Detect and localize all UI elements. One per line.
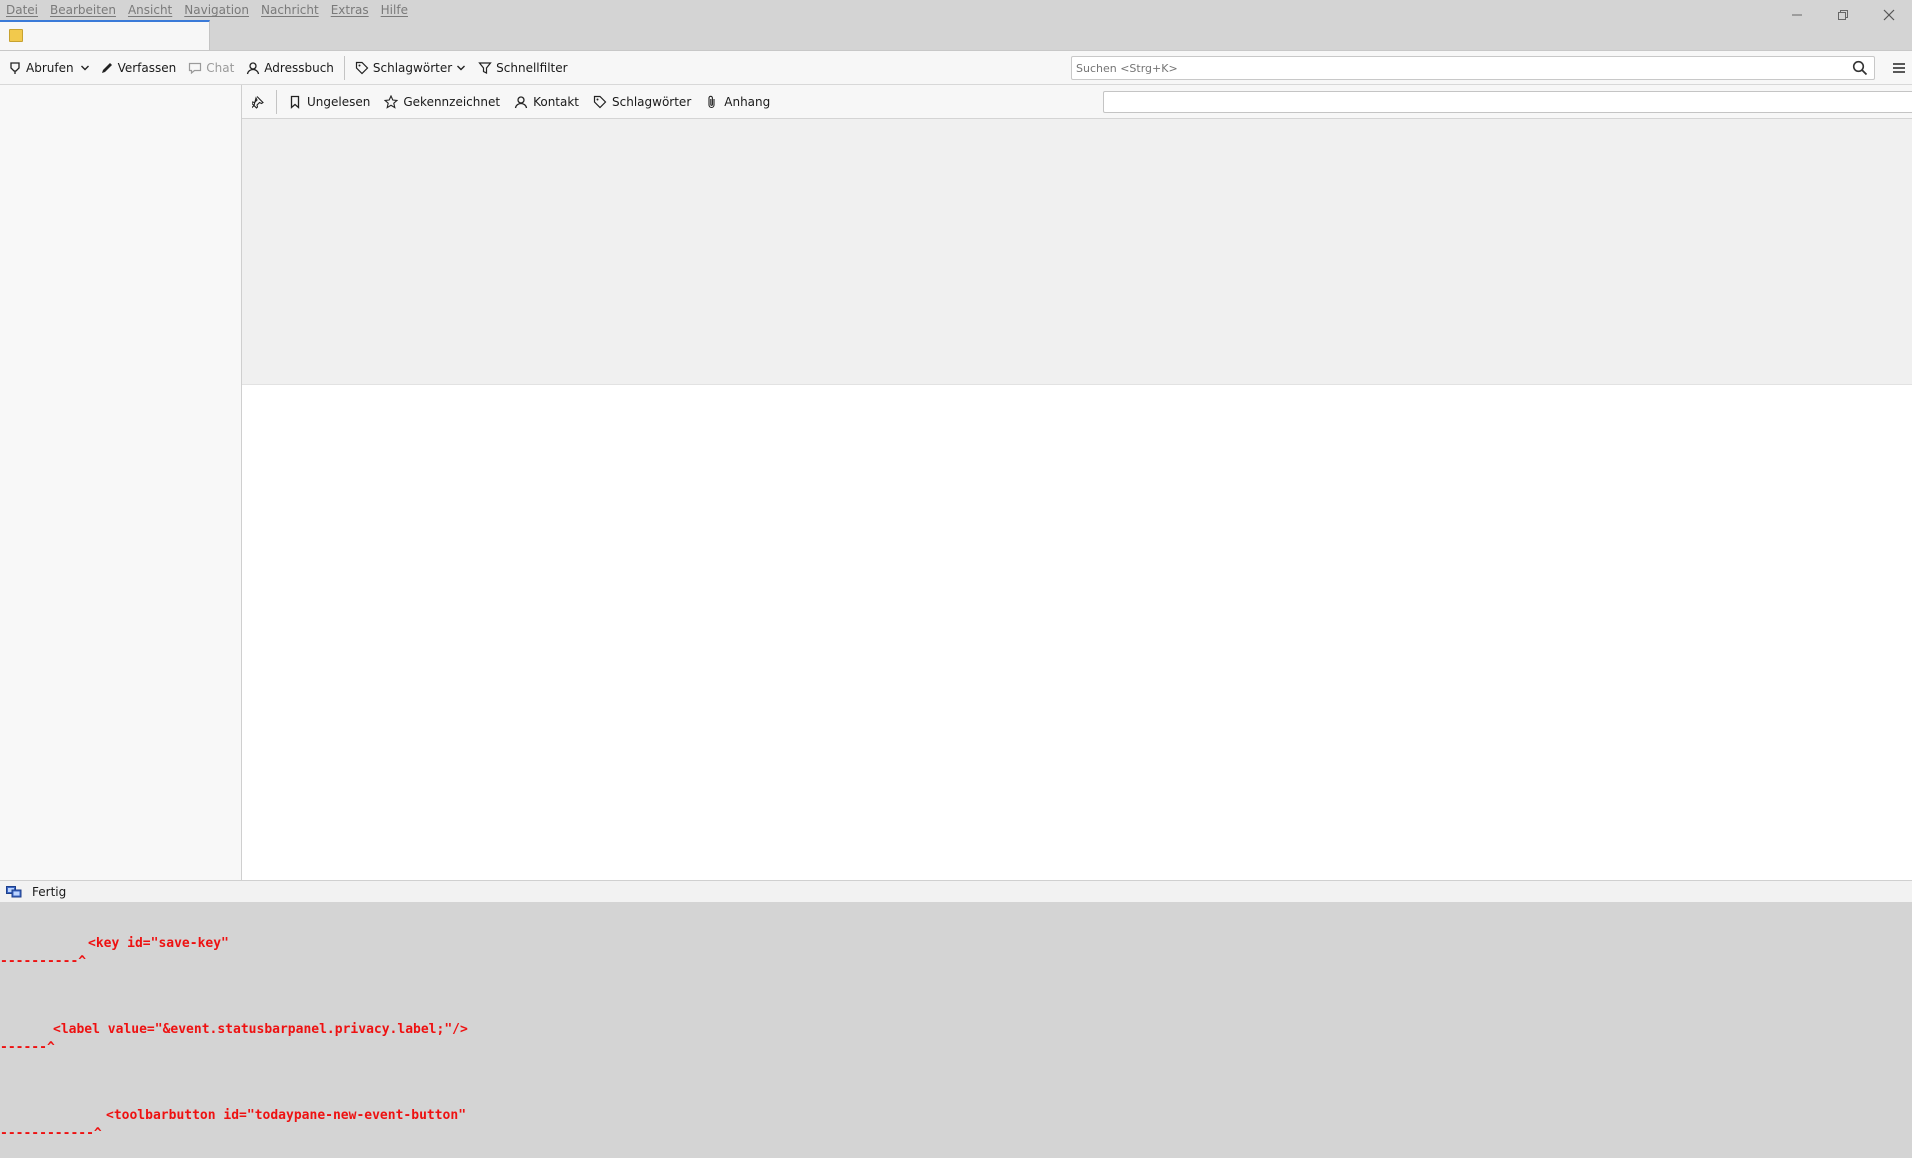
- contact-icon: [246, 61, 260, 75]
- error-line: <toolbarbutton id="todaypane-new-event-b…: [106, 1108, 467, 1123]
- get-messages-label: Abrufen: [26, 60, 74, 75]
- main-toolbar: Abrufen Verfassen Chat Adressbuch Schlag…: [0, 50, 1912, 85]
- chat-button[interactable]: Chat: [182, 55, 240, 81]
- download-icon: [8, 61, 22, 75]
- menu-navigation[interactable]: Navigation: [178, 0, 255, 20]
- folder-icon: [9, 29, 23, 42]
- search-input[interactable]: [1076, 61, 1846, 75]
- menu-extras[interactable]: Extras: [325, 0, 375, 20]
- minimize-icon: [1792, 14, 1802, 16]
- restore-button[interactable]: [1820, 0, 1866, 30]
- filter-unread-button[interactable]: Ungelesen: [281, 90, 377, 114]
- folder-pane[interactable]: [0, 85, 242, 880]
- contact-icon: [514, 95, 528, 109]
- chevron-down-icon: [80, 63, 90, 73]
- filter-attachment-label: Anhang: [724, 94, 771, 109]
- toolbar-separator: [343, 55, 345, 80]
- pin-icon: [252, 95, 266, 109]
- tag-icon: [355, 61, 369, 75]
- status-bar: Fertig: [0, 880, 1912, 902]
- tag-icon: [593, 95, 607, 109]
- filter-tags-label: Schlagwörter: [612, 94, 692, 109]
- quick-filter-text-input[interactable]: [1103, 91, 1912, 113]
- message-pane[interactable]: [242, 385, 1912, 880]
- compose-button[interactable]: Verfassen: [94, 55, 183, 81]
- tags-button[interactable]: Schlagwörter: [349, 55, 472, 81]
- error-line: <key id="save-key": [88, 936, 229, 951]
- filter-attachment-button[interactable]: Anhang: [698, 90, 777, 114]
- xml-error-area: <key id="save-key" ----------^ <label va…: [0, 902, 1912, 1158]
- quick-filter-button[interactable]: Schnellfilter: [472, 55, 573, 81]
- title-bar: Datei Bearbeiten Ansicht Navigation Nach…: [0, 0, 1912, 50]
- quick-filter-bar: Ungelesen Gekennzeichnet Kontakt Schlagw…: [242, 85, 1912, 119]
- paperclip-icon: [705, 95, 719, 109]
- menu-datei[interactable]: Datei: [0, 0, 44, 20]
- filter-tags-button[interactable]: Schlagwörter: [586, 90, 698, 114]
- window-controls: [1774, 0, 1912, 30]
- menu-nachricht[interactable]: Nachricht: [255, 0, 325, 20]
- compose-label: Verfassen: [117, 60, 177, 75]
- menu-hilfe[interactable]: Hilfe: [375, 0, 414, 20]
- pencil-icon: [100, 61, 114, 75]
- error-caret: ----------^: [0, 954, 87, 969]
- tags-label: Schlagwörter: [372, 60, 453, 75]
- address-book-label: Adressbuch: [264, 60, 334, 75]
- online-status-icon[interactable]: [6, 885, 22, 898]
- thread-list-pane[interactable]: [242, 119, 1912, 385]
- filter-contact-button[interactable]: Kontakt: [507, 90, 586, 114]
- get-messages-dropdown[interactable]: [76, 55, 94, 81]
- close-icon: [1883, 9, 1895, 21]
- error-caret: ------------^: [0, 1126, 102, 1141]
- menu-bearbeiten[interactable]: Bearbeiten: [44, 0, 122, 20]
- search-icon[interactable]: [1846, 57, 1874, 79]
- menu-ansicht[interactable]: Ansicht: [122, 0, 178, 20]
- filter-starred-button[interactable]: Gekennzeichnet: [377, 90, 507, 114]
- close-button[interactable]: [1866, 0, 1912, 30]
- chat-label: Chat: [206, 60, 235, 75]
- address-book-button[interactable]: Adressbuch: [240, 55, 340, 81]
- hamburger-menu-icon: [1893, 63, 1905, 73]
- star-icon: [384, 94, 399, 109]
- chat-bubble-icon: [188, 61, 202, 75]
- tab-mail[interactable]: [0, 20, 210, 50]
- sticky-filter-button[interactable]: [246, 90, 272, 114]
- app-menu-button[interactable]: [1888, 57, 1910, 79]
- error-line: <label value="&event.statusbarpanel.priv…: [53, 1022, 468, 1037]
- minimize-button[interactable]: [1774, 0, 1820, 30]
- bookmark-icon: [288, 95, 302, 109]
- filter-icon: [478, 61, 492, 75]
- global-search-box[interactable]: [1071, 56, 1875, 80]
- filter-unread-label: Ungelesen: [307, 94, 371, 109]
- filter-contact-label: Kontakt: [533, 94, 580, 109]
- menu-bar: Datei Bearbeiten Ansicht Navigation Nach…: [0, 0, 414, 20]
- status-text: Fertig: [32, 884, 67, 899]
- quick-filter-label: Schnellfilter: [496, 60, 568, 75]
- error-caret: ------^: [0, 1040, 55, 1055]
- filter-starred-label: Gekennzeichnet: [403, 94, 501, 109]
- restore-icon: [1838, 10, 1848, 20]
- quick-filter-separator: [276, 89, 277, 114]
- get-messages-button[interactable]: Abrufen: [0, 55, 76, 81]
- chevron-down-icon: [456, 63, 466, 73]
